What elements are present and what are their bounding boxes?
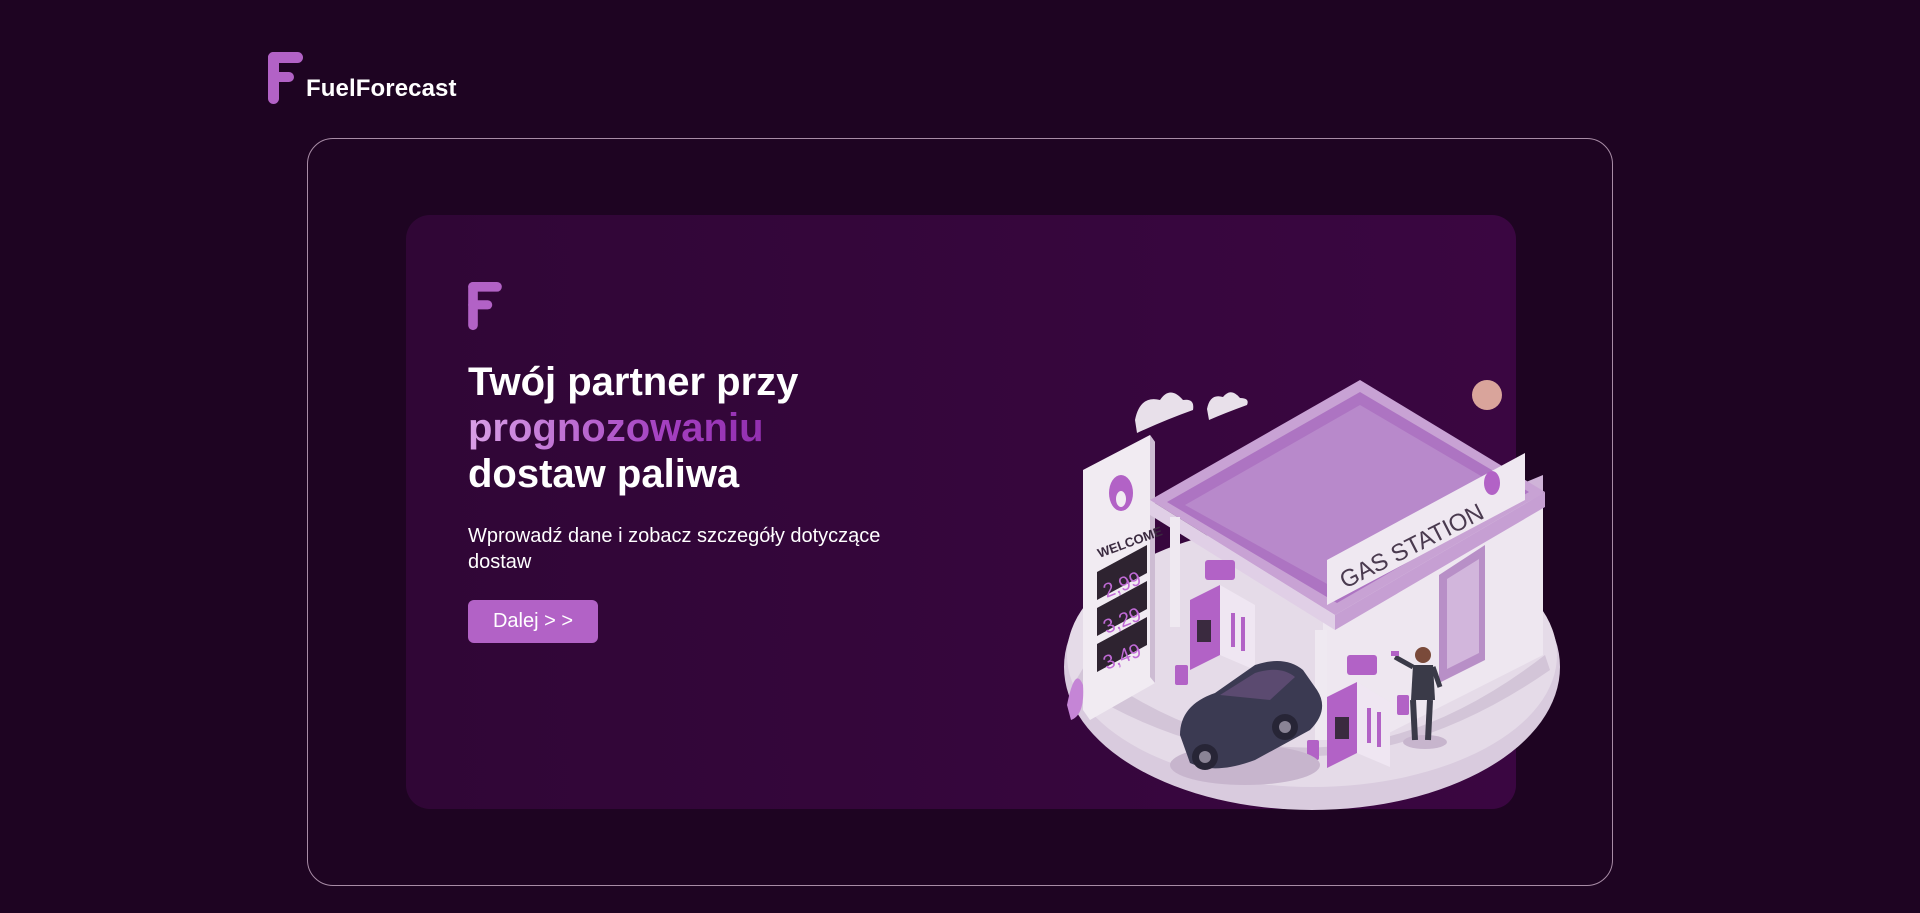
next-button[interactable]: Dalej > > (468, 600, 598, 643)
sun-icon (1472, 380, 1502, 410)
hero-subtitle: Wprowadź dane i zobacz szczegóły dotyczą… (468, 525, 881, 573)
gas-station-illustration: WELCOME 2,99 3,29 3,49 GAS STATION (1064, 380, 1560, 810)
canopy-pillar (1315, 630, 1327, 740)
brand-name: FuelForecast (306, 75, 457, 102)
brand-logo[interactable]: FuelForecast (268, 52, 457, 104)
hero-title: Twój partner przy prognozowaniu dostaw p… (468, 359, 798, 497)
fuel-logo-mark-icon (468, 282, 502, 331)
hero-title-line-1: Twój partner przy (468, 360, 799, 404)
canopy-pillar (1170, 517, 1180, 627)
cloud-icon (1207, 392, 1248, 420)
hero-title-highlight: prognozowaniu (468, 405, 798, 451)
fuel-logo-icon (268, 52, 303, 104)
cloud-icon (1135, 392, 1194, 433)
hero-title-line-3: dostaw paliwa (468, 452, 740, 496)
